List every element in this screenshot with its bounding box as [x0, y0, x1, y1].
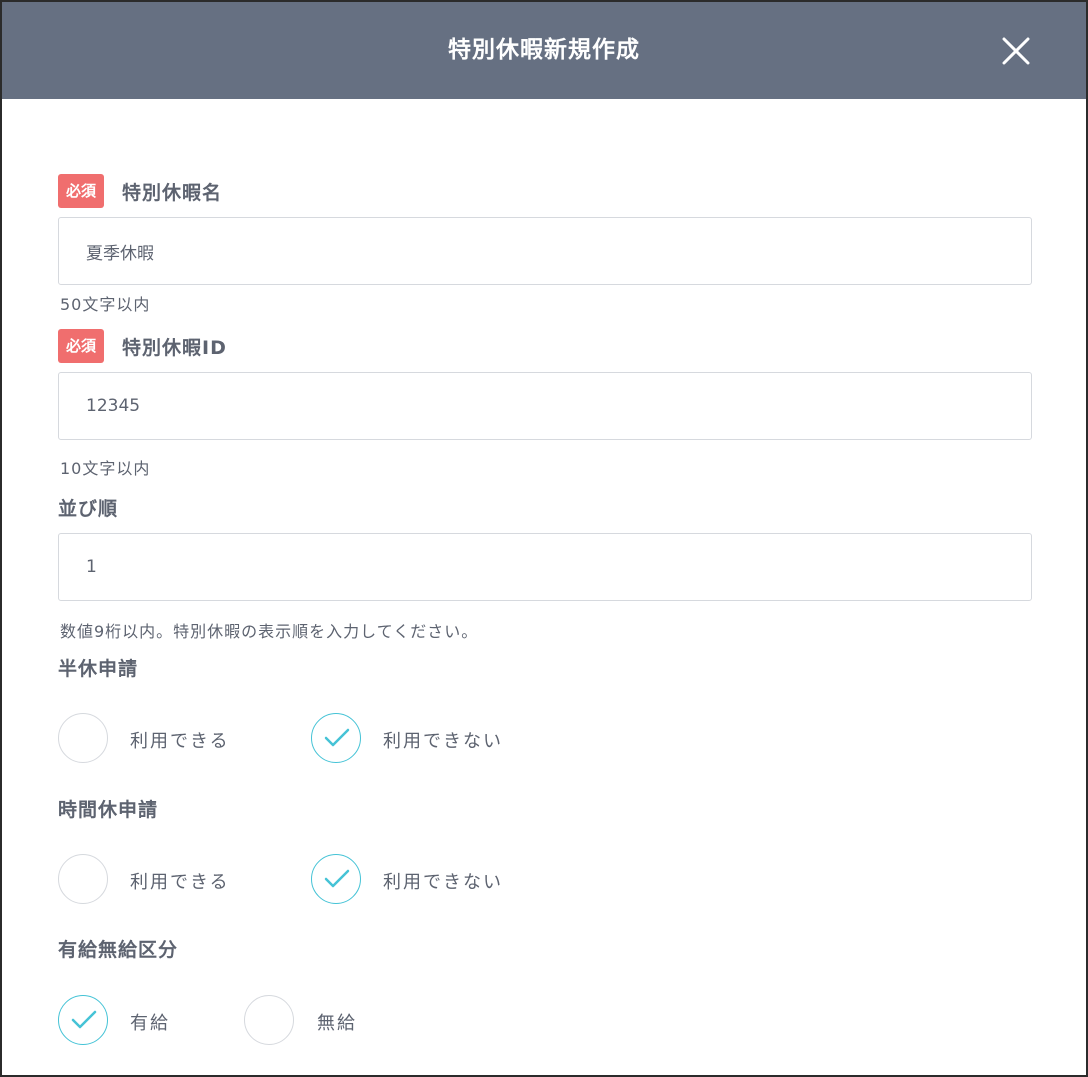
paid-option-paid-radio[interactable] [58, 995, 108, 1045]
name-hint: 50文字以内 [60, 295, 151, 314]
hourly-label-row: 時間休申請 [58, 791, 158, 825]
half-day-label: 半休申請 [58, 657, 139, 680]
order-label-row: 並び順 [58, 490, 118, 524]
hourly-label: 時間休申請 [58, 798, 159, 821]
paid-label-row: 有給無給区分 [58, 931, 178, 965]
paid-option-unpaid-label[interactable]: 無給 [317, 1009, 357, 1035]
order-label: 並び順 [58, 497, 119, 520]
hourly-option-unavailable-radio[interactable] [311, 854, 361, 904]
hourly-option-available-radio[interactable] [58, 854, 108, 904]
paid-label: 有給無給区分 [58, 938, 179, 961]
half-day-label-row: 半休申請 [58, 650, 138, 684]
half-day-option-unavailable-radio[interactable] [311, 713, 361, 763]
special-leave-create-modal: 特別休暇新規作成 必須 特別休暇名 50文字以内 必須 特別休暇ID 10文字以… [0, 0, 1088, 1077]
name-label-row: 必須 特別休暇名 [58, 174, 222, 208]
close-icon [1002, 37, 1030, 65]
id-label: 特別休暇ID [122, 336, 227, 359]
name-input[interactable] [58, 217, 1032, 285]
check-icon [324, 869, 350, 888]
required-badge: 必須 [58, 174, 105, 208]
id-input[interactable] [58, 372, 1032, 440]
id-hint: 10文字以内 [60, 459, 151, 478]
check-icon [324, 728, 350, 747]
half-day-option-available-label[interactable]: 利用できる [130, 727, 230, 753]
paid-option-unpaid-radio[interactable] [244, 995, 294, 1045]
paid-option-paid-label[interactable]: 有給 [130, 1009, 170, 1035]
check-icon [71, 1010, 97, 1029]
order-hint: 数値9桁以内。特別休暇の表示順を入力してください。 [60, 622, 479, 641]
hourly-option-available-label[interactable]: 利用できる [130, 868, 230, 894]
modal-title: 特別休暇新規作成 [448, 37, 640, 63]
name-label: 特別休暇名 [122, 181, 223, 204]
half-day-option-available-radio[interactable] [58, 713, 108, 763]
modal-header: 特別休暇新規作成 [2, 2, 1086, 99]
id-label-row: 必須 特別休暇ID [58, 329, 227, 363]
required-badge: 必須 [58, 329, 105, 363]
close-button[interactable] [998, 33, 1034, 69]
hourly-option-unavailable-label[interactable]: 利用できない [383, 868, 503, 894]
order-input[interactable] [58, 533, 1032, 601]
half-day-option-unavailable-label[interactable]: 利用できない [383, 727, 503, 753]
